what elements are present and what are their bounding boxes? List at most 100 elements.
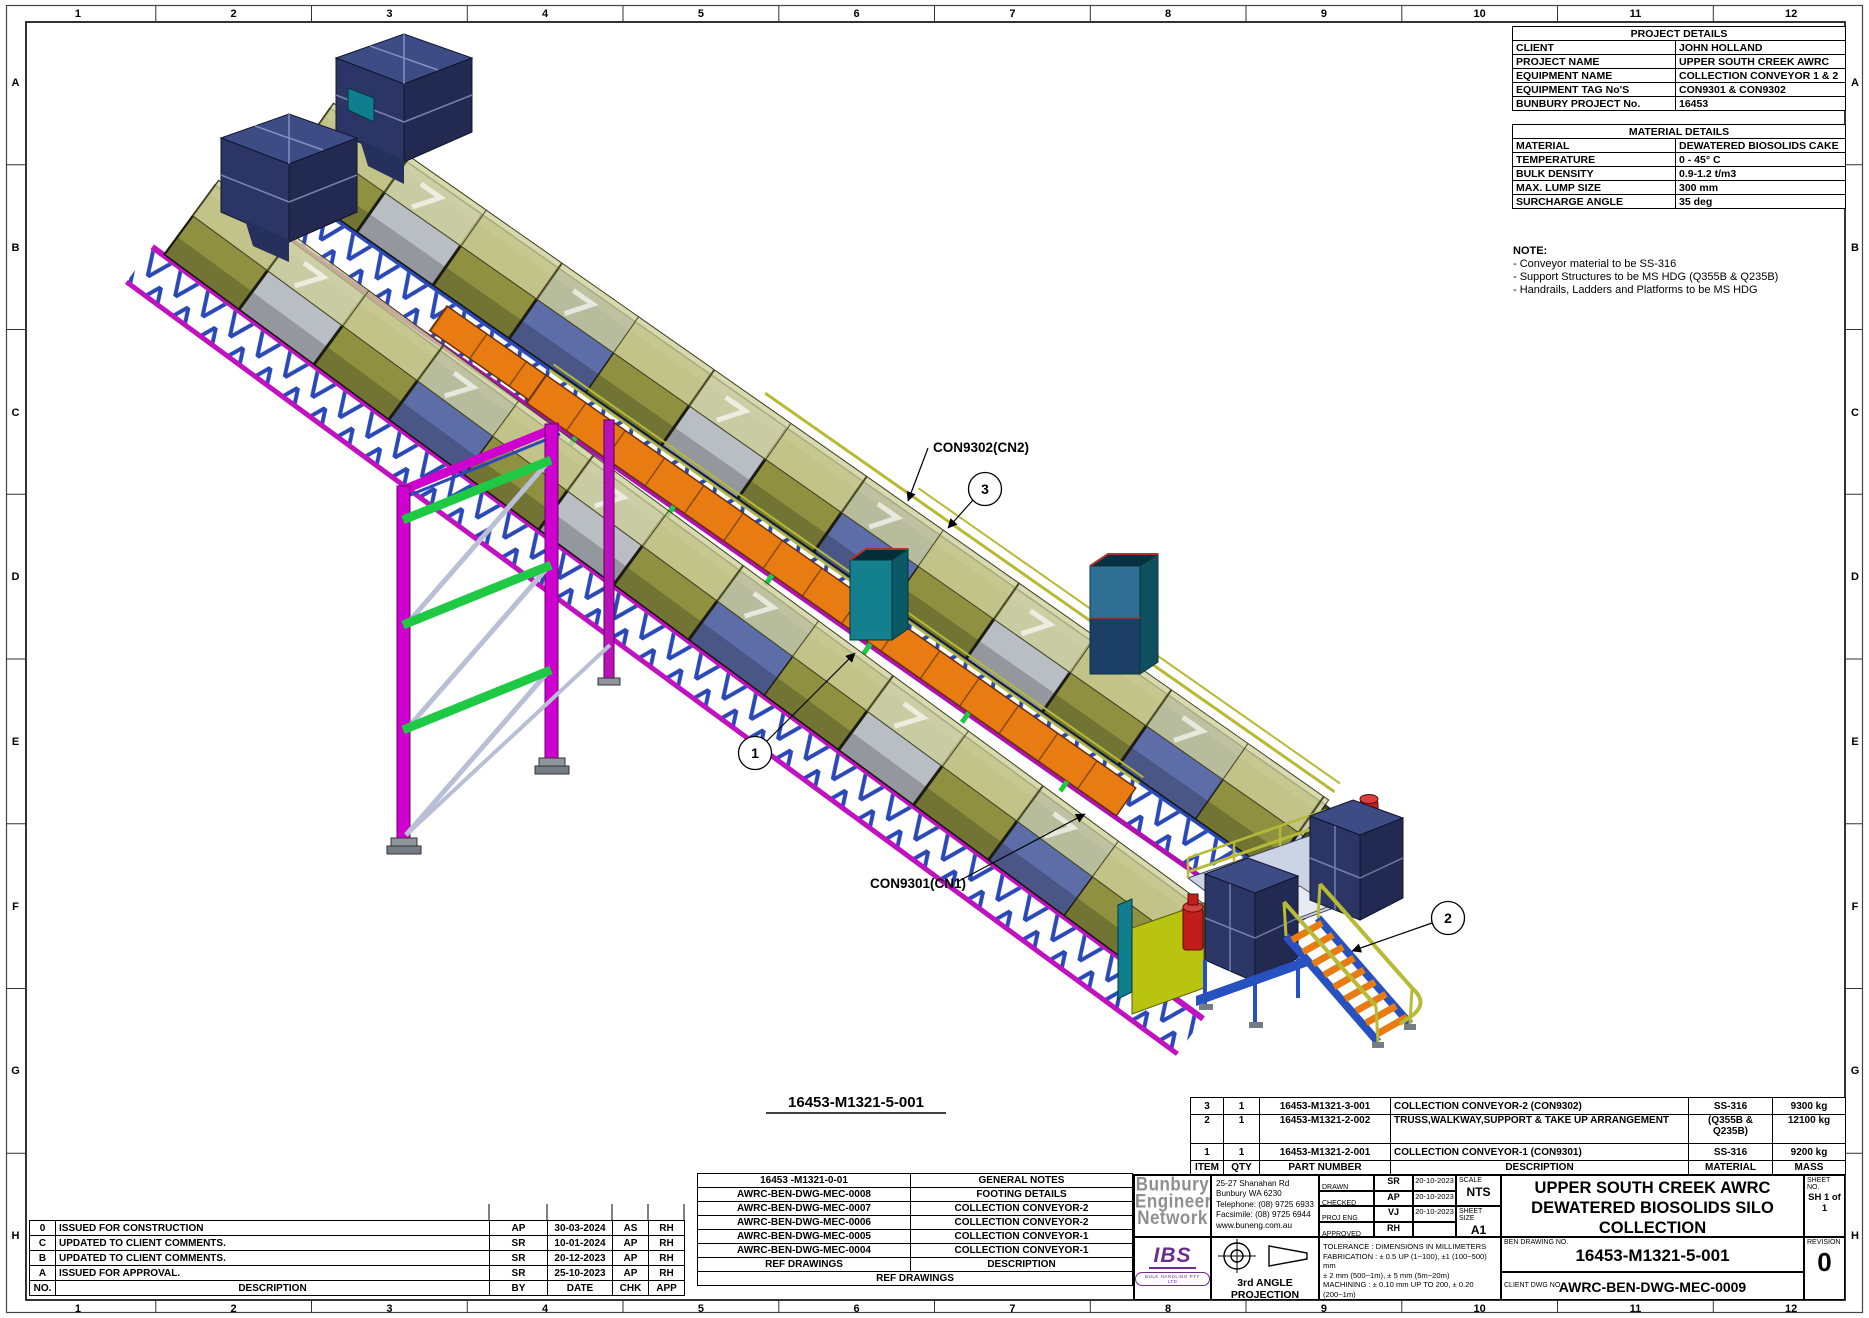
lump-size-label: MAX. LUMP SIZE — [1513, 181, 1676, 195]
bom-mass: 9200 kg — [1773, 1144, 1846, 1161]
rev-date: 30-03-2024 — [548, 1221, 613, 1236]
address-line: www.buneng.com.au — [1216, 1221, 1316, 1231]
bom-table: 3 1 16453-M1321-3-001 COLLECTION CONVEYO… — [1190, 1097, 1846, 1175]
grid-row-label: B — [12, 242, 20, 254]
approved-name: RH — [1374, 1222, 1413, 1238]
ref-desc: FOOTING DETAILS — [911, 1188, 1133, 1202]
rev-by: SR — [490, 1236, 548, 1251]
sheet-no-cell: SHEET NO. SH 1 of 1 — [1804, 1175, 1845, 1237]
ref-header-left: REF DRAWINGS — [698, 1258, 911, 1272]
rev-desc: UPDATED TO CLIENT COMMENTS. — [56, 1251, 490, 1266]
grid-row-label: F — [12, 901, 19, 913]
rev-by: SR — [490, 1251, 548, 1266]
grid-row-label: C — [1851, 407, 1859, 419]
drawing-title-line: UPPER SOUTH CREEK AWRC — [1502, 1178, 1803, 1198]
address-line: Facsimile: (08) 9725 6944 — [1216, 1210, 1316, 1220]
address-line: Telephone: (08) 9725 6933 — [1216, 1200, 1316, 1210]
sheet-no-label: SHEET NO. — [1805, 1176, 1844, 1192]
bom-desc: TRUSS,WALKWAY,SUPPORT & TAKE UP ARRANGEM… — [1391, 1115, 1689, 1144]
grid-row-label: H — [1851, 1230, 1859, 1242]
bom-header-mass: MASS — [1773, 1161, 1846, 1175]
bom-header-desc: DESCRIPTION — [1391, 1161, 1689, 1175]
label-cn2: CON9302(CN2) — [933, 440, 1029, 455]
grid-row-label: C — [12, 407, 20, 419]
ref-number: AWRC-BEN-DWG-MEC-0005 — [698, 1230, 911, 1244]
rev-no: 0 — [30, 1221, 56, 1236]
sheet-size-cell: SHEET SIZE A1 — [1456, 1206, 1501, 1237]
grid-col-label: 8 — [1165, 8, 1171, 20]
note-line: - Conveyor material to be SS-316 — [1513, 258, 1778, 271]
scale-cell: SCALE NTS — [1456, 1175, 1501, 1206]
rev-header-date: DATE — [548, 1281, 613, 1296]
grid-row-label: D — [1851, 571, 1859, 583]
approved-date — [1413, 1222, 1456, 1238]
drawn-label-cell: DRAWN — [1319, 1175, 1374, 1191]
notes-block: NOTE: - Conveyor material to be SS-316 -… — [1513, 245, 1778, 297]
rev-desc: ISSUED FOR APPROVAL. — [56, 1266, 490, 1281]
ref-number: AWRC-BEN-DWG-MEC-0007 — [698, 1202, 911, 1216]
bom-part: 16453-M1321-2-001 — [1260, 1144, 1391, 1161]
note-title: NOTE: — [1513, 245, 1547, 257]
grid-col-label: 8 — [1165, 1303, 1171, 1315]
tolerance-line: FABRICATION : ± 0.5 UP (1~100), ±1 (100~… — [1323, 1252, 1497, 1271]
project-name-value: UPPER SOUTH CREEK AWRC — [1676, 55, 1846, 69]
projection-cell: 3rd ANGLE PROJECTION — [1211, 1237, 1319, 1300]
scale-value: NTS — [1457, 1185, 1500, 1199]
checked-label-cell: CHECKED — [1319, 1191, 1374, 1207]
bom-header-part: PART NUMBER — [1260, 1161, 1391, 1175]
tolerance-line: ± 2 mm (500~1m), ± 5 mm (5m~20m) — [1323, 1271, 1497, 1281]
grid-col-label: 4 — [542, 1303, 549, 1315]
rev-header-by: BY — [490, 1281, 548, 1296]
ibs-logo-subtext: BULK HANDLING PTY LTD — [1135, 1272, 1210, 1286]
drawing-ref: 16453-M1321-5-001 — [766, 1094, 946, 1113]
rev-app: RH — [649, 1236, 685, 1251]
rev-header-chk: CHK — [613, 1281, 649, 1296]
balloon-3-number: 3 — [981, 481, 989, 497]
grid-col-label: 3 — [386, 8, 392, 20]
tolerance-cell: TOLERANCE : DIMENSIONS IN MILLIMETERS FA… — [1319, 1237, 1501, 1300]
grid-col-label: 3 — [386, 1303, 392, 1315]
company-logo: Bunbury Engineering Network — [1134, 1175, 1211, 1237]
revision-table: 0 ISSUED FOR CONSTRUCTION AP 30-03-2024 … — [29, 1220, 685, 1296]
bunbury-project-value: 16453 — [1676, 97, 1846, 111]
rev-by: SR — [490, 1266, 548, 1281]
rev-header-no: NO. — [30, 1281, 56, 1296]
material-details-table: MATERIAL DETAILS MATERIALDEWATERED BIOSO… — [1512, 124, 1846, 209]
rev-no: B — [30, 1251, 56, 1266]
surcharge-angle-value: 35 deg — [1676, 195, 1846, 209]
client-value: JOHN HOLLAND — [1676, 41, 1846, 55]
grid-col-label: 6 — [854, 8, 860, 20]
grid-col-label: 11 — [1630, 1303, 1642, 1315]
rev-no: C — [30, 1236, 56, 1251]
bom-header-item: ITEM — [1191, 1161, 1224, 1175]
ref-drawings-table: 16453 -M1321-0-01GENERAL NOTES AWRC-BEN-… — [697, 1173, 1133, 1286]
scale-label: SCALE — [1457, 1176, 1500, 1185]
ibs-logo-text: IBS — [1149, 1244, 1195, 1269]
bom-qty: 1 — [1224, 1115, 1260, 1144]
bom-mass: 9300 kg — [1773, 1098, 1846, 1115]
grid-col-label: 1 — [75, 8, 81, 20]
sheet-no-value: SH 1 of 1 — [1805, 1192, 1844, 1214]
bom-item: 1 — [1191, 1144, 1224, 1161]
bom-item: 2 — [1191, 1115, 1224, 1144]
projeng-label-cell: PROJ ENG — [1319, 1206, 1374, 1222]
projeng-date: 20-10-2023 — [1413, 1206, 1456, 1222]
chute-cn1 — [1090, 554, 1158, 674]
rev-header-desc: DESCRIPTION — [56, 1281, 490, 1296]
rev-date: 20-12-2023 — [548, 1251, 613, 1266]
bunbury-project-label: BUNBURY PROJECT No. — [1513, 97, 1676, 111]
surcharge-angle-label: SURCHARGE ANGLE — [1513, 195, 1676, 209]
company-logo-line: Network — [1135, 1210, 1210, 1227]
ref-desc: COLLECTION CONVEYOR-2 — [911, 1216, 1133, 1230]
grid-col-label: 12 — [1785, 8, 1797, 20]
lump-size-value: 300 mm — [1676, 181, 1846, 195]
grid-row-label: E — [1851, 736, 1858, 748]
bom-qty: 1 — [1224, 1098, 1260, 1115]
drawing-title-cell: UPPER SOUTH CREEK AWRC DEWATERED BIOSOLI… — [1501, 1175, 1804, 1237]
temperature-label: TEMPERATURE — [1513, 153, 1676, 167]
checked-date: 20-10-2023 — [1413, 1191, 1456, 1207]
project-name-label: PROJECT NAME — [1513, 55, 1676, 69]
bom-mass: 12100 kg — [1773, 1115, 1846, 1144]
bom-qty: 1 — [1224, 1144, 1260, 1161]
grid-col-label: 5 — [698, 1303, 704, 1315]
